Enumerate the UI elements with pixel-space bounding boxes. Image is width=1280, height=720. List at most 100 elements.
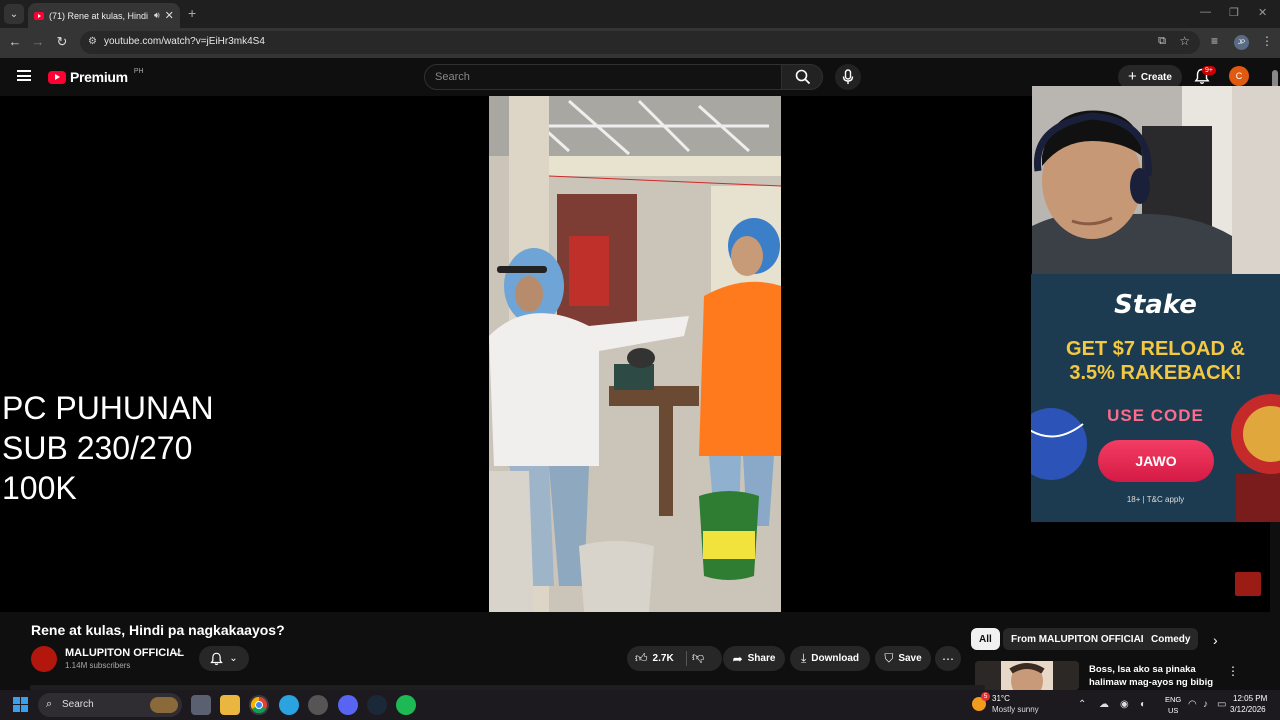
reload-icon[interactable]: ↻	[53, 34, 71, 50]
site-info-icon[interactable]: ⚙︎	[88, 36, 97, 47]
browser-menu-icon[interactable]: ⋮	[1261, 34, 1273, 48]
video-player[interactable]: PC PUHUNAN SUB 230/270 100K Stake GET $7…	[0, 86, 1280, 612]
close-tab-icon[interactable]: ✕	[165, 9, 174, 22]
bookmark-star-icon[interactable]: ☆	[1179, 34, 1190, 48]
forward-icon[interactable]: →	[29, 34, 47, 49]
search-highlight-art	[150, 697, 178, 713]
channel-avatar[interactable]	[31, 646, 57, 672]
obs-icon[interactable]	[308, 695, 328, 715]
back-icon[interactable]: ←	[6, 34, 24, 49]
browser-profile-avatar[interactable]: JP	[1234, 35, 1249, 50]
voice-search-button[interactable]	[835, 64, 861, 90]
app-tray-icon[interactable]: ◉	[1120, 699, 1129, 710]
chrome-icon[interactable]	[249, 695, 269, 715]
account-avatar[interactable]: C	[1229, 66, 1249, 86]
weather-badge: 5	[981, 692, 990, 701]
taskbar-search-label: Search	[62, 699, 94, 710]
clock-date[interactable]: 3/12/2026	[1230, 705, 1266, 714]
video-frame[interactable]	[489, 96, 781, 612]
like-dislike-group: 👍︎ 2.7K	[627, 646, 722, 671]
search-input[interactable]	[425, 65, 781, 89]
network-tray-icon[interactable]: ☁︎	[1099, 699, 1109, 710]
download-button[interactable]: ⤓ Download	[790, 646, 870, 671]
battery-icon[interactable]: ▭	[1217, 699, 1226, 710]
reading-list-icon[interactable]: ≡	[1211, 34, 1218, 48]
subscribed-bell-button[interactable]: ⌄	[199, 646, 249, 671]
ad-fine-print: 18+ | T&C apply	[1126, 495, 1185, 504]
task-view-icon[interactable]	[191, 695, 211, 715]
tray-app-icon[interactable]: ◐	[1140, 699, 1146, 710]
search-box	[424, 64, 782, 90]
verified-icon: ✔︎	[175, 648, 183, 658]
language-indicator[interactable]: ENG	[1165, 695, 1181, 704]
weather-description[interactable]: Mostly sunny	[992, 705, 1039, 714]
search-button[interactable]	[781, 64, 823, 90]
overlay-line-2: SUB 230/270	[2, 430, 193, 466]
chevron-right-icon[interactable]: ›	[1213, 632, 1218, 648]
chevron-down-icon: ⌄	[229, 653, 238, 664]
steam-icon[interactable]	[367, 695, 387, 715]
thumbnail-art	[975, 661, 1079, 690]
chip-all[interactable]: All	[971, 628, 1000, 650]
recommended-thumbnail[interactable]	[975, 661, 1079, 690]
like-icon[interactable]: 👍︎	[635, 651, 648, 666]
browser-tab-active[interactable]: (71) Rene at kulas, Hindi pa 🔊︎ ✕	[28, 3, 180, 28]
spotify-icon[interactable]	[396, 695, 416, 715]
file-explorer-icon[interactable]	[220, 695, 240, 715]
menu-icon[interactable]	[17, 70, 31, 81]
save-label: Save	[898, 653, 922, 664]
save-icon: ⛉	[884, 651, 894, 665]
search-icon: ⌕	[46, 698, 53, 710]
speaker-icon[interactable]: 🔊︎	[154, 10, 160, 21]
address-bar[interactable]: ⚙︎ youtube.com/watch?v=jEiHr3mk4S4 ⧉ ☆	[80, 31, 1200, 54]
more-icon: ⋯	[942, 651, 954, 666]
youtube-favicon-icon	[34, 11, 44, 20]
stake-ad-banner[interactable]: Stake GET $7 RELOAD & 3.5% RAKEBACK! USE…	[1031, 274, 1280, 522]
taskbar-search[interactable]: ⌕ Search	[38, 693, 182, 717]
like-divider	[686, 651, 687, 666]
keyboard-layout[interactable]: US	[1168, 706, 1178, 715]
weather-temperature[interactable]: 31°C	[992, 694, 1010, 703]
share-label: Share	[747, 653, 776, 664]
channel-watermark-icon[interactable]	[1235, 572, 1261, 596]
create-label: Create	[1140, 71, 1172, 83]
chip-comedy[interactable]: Comedy	[1143, 628, 1199, 650]
minimize-icon[interactable]: —	[1200, 6, 1211, 18]
wifi-icon[interactable]: ◠	[1188, 699, 1197, 710]
telegram-icon[interactable]	[279, 695, 299, 715]
ad-code-label: USE CODE	[1107, 406, 1204, 425]
share-button[interactable]: ➦ Share	[723, 646, 785, 671]
save-button[interactable]: ⛉ Save	[875, 646, 931, 671]
clock-time[interactable]: 12:05 PM	[1233, 694, 1267, 703]
url-text[interactable]: youtube.com/watch?v=jEiHr3mk4S4	[104, 36, 265, 47]
video-title: Rene at kulas, Hindi pa nagkakaayos?	[31, 622, 285, 638]
overlay-line-3: 100K	[2, 470, 77, 506]
new-tab-icon[interactable]: +	[188, 5, 196, 21]
recommended-title[interactable]: Boss, Isa ako sa pinaka halimaw mag-ayos…	[1089, 663, 1219, 689]
download-label: Download	[811, 653, 860, 664]
tab-list-button[interactable]: ⌄	[4, 4, 24, 24]
windows-start-icon[interactable]	[13, 697, 29, 713]
discord-icon[interactable]	[338, 695, 358, 715]
stream-overlay-text: PC PUHUNAN SUB 230/270 100K	[2, 388, 214, 508]
window-close-icon[interactable]: ✕	[1258, 6, 1267, 19]
chip-from-channel[interactable]: From MALUPITON OFFICIAL	[1003, 628, 1155, 650]
tray-overflow-icon[interactable]: ⌃	[1078, 699, 1086, 710]
youtube-play-icon	[48, 70, 66, 84]
ad-code-button[interactable]: JAWO	[1098, 440, 1214, 482]
dislike-icon[interactable]: 👎︎	[692, 650, 704, 665]
youtube-premium-logo[interactable]: Premium PH	[48, 68, 144, 85]
plus-icon: +	[1128, 68, 1137, 85]
like-count[interactable]: 2.7K	[653, 653, 674, 664]
channel-name[interactable]: MALUPITON OFFICIAL	[65, 647, 184, 659]
mic-icon	[842, 69, 854, 84]
volume-icon[interactable]: ♪	[1203, 699, 1208, 710]
restore-icon[interactable]: ❐	[1229, 6, 1239, 19]
logo-text: Premium	[70, 69, 128, 85]
install-app-icon[interactable]: ⧉	[1158, 35, 1166, 48]
more-actions-button[interactable]: ⋯	[935, 646, 961, 671]
more-vert-icon[interactable]: ⋮	[1227, 664, 1239, 678]
ad-brand-logo: Stake	[1114, 290, 1197, 320]
search-icon	[795, 69, 811, 85]
subscriber-count: 1.14M subscribers	[65, 661, 131, 670]
